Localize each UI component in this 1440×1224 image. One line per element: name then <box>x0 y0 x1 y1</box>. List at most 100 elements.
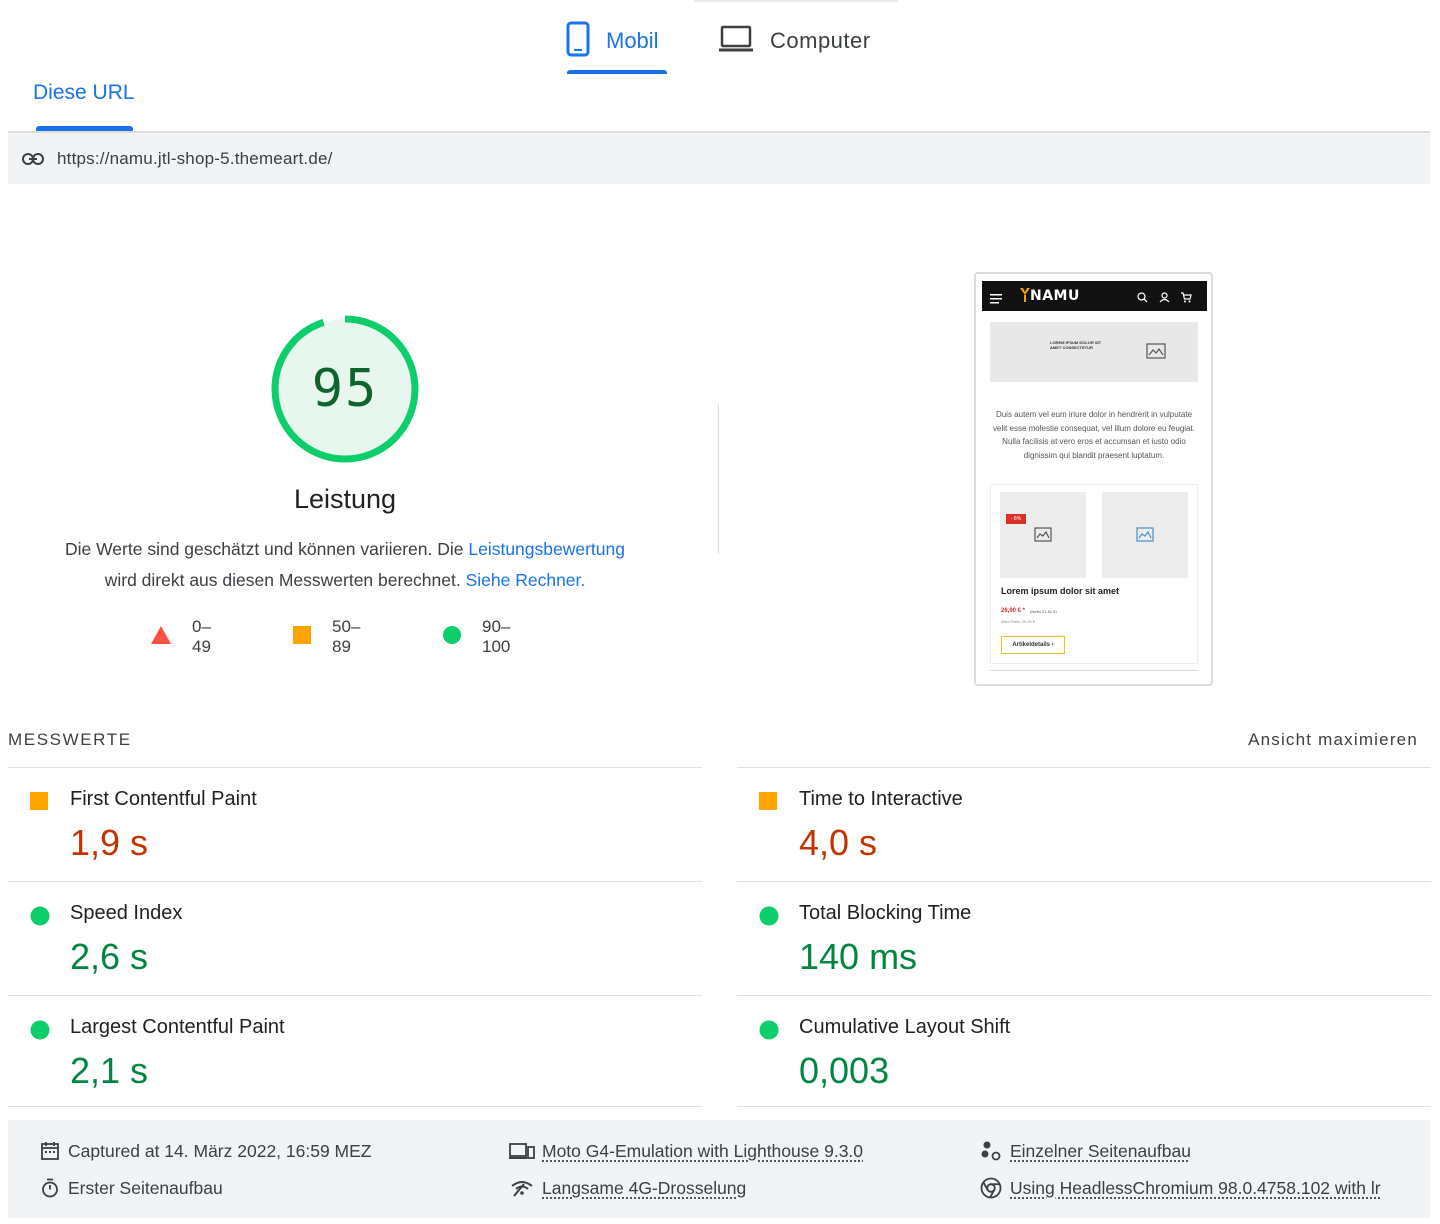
metrics-divider-left <box>8 1106 702 1107</box>
vertical-divider <box>718 404 719 554</box>
tab-diese-url-label: Diese URL <box>33 81 135 104</box>
metric-value: 1,9 s <box>70 822 149 863</box>
green-circle-icon <box>442 625 462 650</box>
laptop-icon <box>718 25 754 58</box>
runtime-settings-footer: Captured at 14. März 2022, 16:59 MEZ Ers… <box>8 1120 1430 1218</box>
green-circle-icon <box>30 906 50 931</box>
tab-computer[interactable]: Computer <box>718 12 883 70</box>
leistungsbewertung-link[interactable]: Leistungsbewertung <box>468 539 625 559</box>
link-icon <box>22 148 44 170</box>
footer-single-load: Einzelner Seitenaufbau <box>978 1139 1191 1163</box>
thumb-paragraph: Duis autem vel eum iriure dolor in hendr… <box>993 410 1195 460</box>
thumb-cart-icon <box>1181 290 1192 308</box>
thumb-details-button: Artikeldetails › <box>1001 636 1065 654</box>
image-placeholder-icon <box>1146 343 1166 364</box>
thumb-banner: Lorem ipsum dolor sit amet consectetur <box>990 322 1198 382</box>
green-circle-icon <box>759 1020 779 1045</box>
analyzed-url[interactable]: https://namu.jtl-shop-5.themeart.de/ <box>57 149 333 169</box>
stopwatch-icon <box>38 1176 62 1200</box>
orange-square-icon <box>759 792 777 815</box>
legend-average-label: 50–89 <box>332 617 361 656</box>
expand-view-toggle[interactable]: Ansicht maximieren <box>1248 730 1418 750</box>
footer-single-load-link[interactable]: Einzelner Seitenaufbau <box>1010 1141 1191 1162</box>
legend-fail-label: 0–49 <box>192 617 211 656</box>
signal-icon <box>508 1176 536 1200</box>
performance-gauge: 95 <box>270 314 420 464</box>
device-tabs: Mobil Computer <box>0 0 1440 75</box>
thumb-net-price: (Netto 21,81 €) <box>1030 609 1057 614</box>
legend-pass-label: 90–100 <box>482 617 511 656</box>
metric-time-to-interactive: Time to Interactive 4,0 s <box>737 767 1431 881</box>
url-bar: https://namu.jtl-shop-5.themeart.de/ <box>8 133 1430 184</box>
footer-throttling-link[interactable]: Langsame 4G-Drosselung <box>542 1178 746 1199</box>
legend-pass: 90–100 <box>442 617 510 656</box>
image-placeholder-icon <box>1136 527 1154 547</box>
footer-throttling: Langsame 4G-Drosselung <box>508 1176 746 1200</box>
metric-label: Total Blocking Time <box>799 902 972 924</box>
footer-browser-link[interactable]: Using HeadlessChromium 98.0.4758.102 wit… <box>1010 1178 1381 1199</box>
metrics-header: MESSWERTE Ansicht maximieren <box>8 726 1418 756</box>
single-session-icon <box>978 1139 1004 1163</box>
metric-largest-contentful-paint: Largest Contentful Paint 2,1 s <box>8 995 702 1109</box>
metric-value: 140 ms <box>799 936 918 977</box>
tab-computer-label: Computer <box>770 28 871 53</box>
metric-cumulative-layout-shift: Cumulative Layout Shift 0,003 <box>737 995 1431 1109</box>
footer-first-load-text: Erster Seitenaufbau <box>68 1177 223 1198</box>
red-triangle-icon <box>150 625 172 650</box>
metric-total-blocking-time: Total Blocking Time 140 ms <box>737 881 1431 995</box>
metrics-divider-right <box>737 1106 1431 1107</box>
metric-label: First Contentful Paint <box>70 788 257 810</box>
orange-square-icon <box>30 792 48 815</box>
namu-logo-icon <box>1020 288 1030 307</box>
thumb-search-icon <box>1137 290 1148 308</box>
metrics-title: MESSWERTE <box>8 730 132 749</box>
thumb-old-price: Alter Preis: 29,00 € <box>1001 619 1036 624</box>
chrome-icon <box>978 1176 1004 1200</box>
tabs-top-divider <box>694 0 898 2</box>
footer-emulation-link[interactable]: Moto G4-Emulation with Lighthouse 9.3.0 <box>542 1141 863 1162</box>
hamburger-icon <box>990 291 1002 309</box>
tab-mobil[interactable]: Mobil <box>566 12 668 74</box>
metric-value: 2,6 s <box>70 936 149 977</box>
green-circle-icon <box>30 1020 50 1045</box>
siehe-rechner-link[interactable]: Siehe Rechner. <box>466 570 586 590</box>
thumb-header: NAMU <box>982 281 1207 311</box>
page-screenshot: NAMU Lorem ipsum dolor sit amet consecte… <box>974 272 1213 686</box>
footer-captured: Captured at 14. März 2022, 16:59 MEZ <box>38 1139 372 1163</box>
thumb-logo: NAMU <box>1030 288 1080 304</box>
tab-mobil-indicator <box>567 70 667 74</box>
image-placeholder-icon <box>1034 527 1052 547</box>
metric-value: 0,003 <box>799 1050 890 1091</box>
performance-score: 95 <box>311 359 379 419</box>
legend-average: 50–89 <box>292 617 360 656</box>
thumb-product-name: Lorem ipsum dolor sit amet <box>1001 586 1120 596</box>
thumb-product-price: 26,90 € * <box>1001 608 1026 614</box>
metric-label: Time to Interactive <box>799 788 963 810</box>
metric-value: 4,0 s <box>799 822 878 863</box>
gauge-description: Die Werte sind geschätzt und können vari… <box>20 534 670 596</box>
thumb-separator <box>990 670 1198 671</box>
gauge-desc-text-2: wird direkt aus diesen Messwerten berech… <box>104 570 466 590</box>
metric-first-contentful-paint: First Contentful Paint 1,9 s <box>8 767 702 881</box>
footer-emulation: Moto G4-Emulation with Lighthouse 9.3.0 <box>508 1139 863 1163</box>
thumb-user-icon <box>1159 290 1170 308</box>
devices-icon <box>508 1139 536 1163</box>
orange-square-icon <box>292 625 312 650</box>
calendar-icon <box>38 1139 62 1163</box>
metric-value: 2,1 s <box>70 1050 149 1091</box>
footer-first-load: Erster Seitenaufbau <box>38 1176 223 1200</box>
thumb-product-image-2 <box>1102 492 1188 578</box>
footer-browser: Using HeadlessChromium 98.0.4758.102 wit… <box>978 1176 1381 1200</box>
tab-diese-url[interactable]: Diese URL <box>33 78 135 132</box>
thumb-discount-badge: - 8% <box>1006 514 1026 524</box>
thumb-product-image-1 <box>1000 492 1086 578</box>
gauge-title: Leistung <box>293 484 397 514</box>
metric-speed-index: Speed Index 2,6 s <box>8 881 702 995</box>
gauge-desc-text-1: Die Werte sind geschätzt und können vari… <box>64 539 469 559</box>
phone-icon <box>566 21 590 62</box>
metric-label: Speed Index <box>70 902 183 924</box>
green-circle-icon <box>759 906 779 931</box>
metric-label: Largest Contentful Paint <box>70 1016 285 1038</box>
tab-mobil-label: Mobil <box>606 28 659 53</box>
legend-fail: 0–49 <box>150 617 211 656</box>
